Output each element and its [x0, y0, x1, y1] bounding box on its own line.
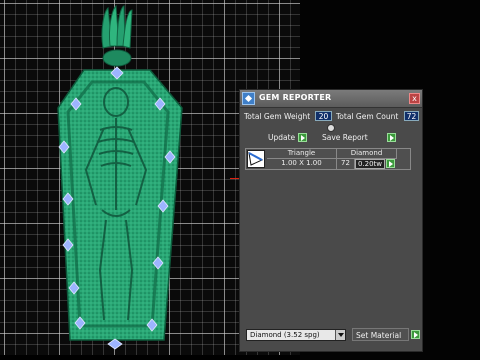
total-weight-label: Total Gem Weight [244, 112, 311, 121]
gem-row-play-icon[interactable] [386, 159, 395, 168]
gem-reporter-panel: GEM REPORTER x Total Gem Weight 20 Total… [239, 89, 423, 352]
close-icon[interactable]: x [409, 93, 420, 104]
material-select[interactable]: Diamond (3.52 spg) [246, 329, 346, 341]
panel-titlebar[interactable]: GEM REPORTER x [240, 90, 422, 108]
total-weight-value: 20 [315, 111, 332, 121]
set-material-play-icon[interactable] [411, 330, 420, 339]
bail [101, 4, 133, 67]
gem-shape-header: Triangle [267, 149, 337, 159]
gem-table: Triangle Diamond 1.00 X 1.00 72 0.20tw [245, 148, 411, 170]
gem-size-cell: 1.00 X 1.00 [267, 159, 337, 169]
dropdown-arrow-icon[interactable] [335, 330, 345, 340]
set-material-label: Set Material [356, 331, 402, 340]
set-material-button[interactable]: Set Material [352, 328, 409, 341]
gem-count-cell: 72 [337, 159, 355, 169]
save-report-button[interactable]: Save Report [322, 132, 368, 144]
app-logo-icon [242, 92, 255, 105]
gem-stone-header: Diamond [337, 149, 397, 159]
update-button[interactable]: Update [268, 132, 295, 144]
total-count-label: Total Gem Count [336, 112, 399, 121]
gem-weight-cell: 0.20tw [355, 159, 385, 169]
save-report-play-icon[interactable] [387, 133, 396, 142]
panel-title: GEM REPORTER [259, 93, 332, 102]
total-count-value: 72 [404, 111, 419, 121]
material-value: Diamond (3.52 spg) [250, 331, 320, 339]
gem-triangle-icon [247, 150, 265, 168]
update-play-icon[interactable] [298, 133, 307, 142]
knob-icon[interactable] [327, 124, 335, 132]
